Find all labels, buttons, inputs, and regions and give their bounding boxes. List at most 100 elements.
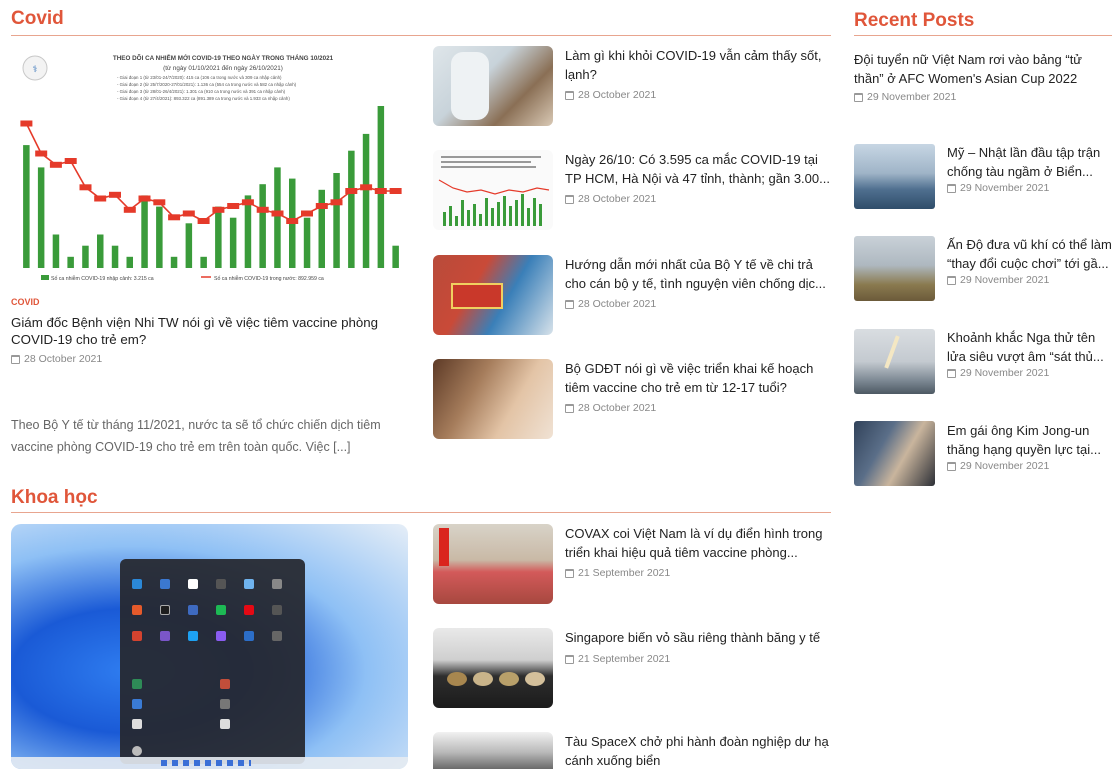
post-thumbnail-covid-4[interactable] [433, 359, 553, 439]
chart-bar [392, 245, 399, 268]
recent-post-title-2[interactable]: Mỹ – Nhật lần đầu tập trận chống tàu ngầ… [947, 143, 1114, 181]
chart-bar [185, 223, 193, 268]
post-date-covid-4: 28 October 2021 [565, 402, 656, 414]
post-title-covid-4[interactable]: Bộ GDĐT nói gì về việc triển khai kế hoạ… [565, 359, 830, 397]
chart-bar [229, 217, 237, 268]
calendar-icon [854, 92, 863, 102]
calendar-icon [565, 90, 574, 100]
post-thumbnail-khoahoc-1[interactable] [433, 524, 553, 604]
feature-excerpt: Theo Bộ Y tế từ tháng 11/2021, nước ta s… [11, 418, 381, 454]
thumbnail-mini-chart [438, 156, 550, 226]
recent-post-thumbnail-3[interactable] [854, 236, 935, 301]
flag-illustration [439, 528, 449, 566]
chart-bar [377, 106, 385, 268]
chart-line-point [109, 191, 121, 198]
chart-bar [259, 184, 266, 268]
calendar-icon [565, 654, 574, 664]
recent-post-title-5[interactable]: Em gái ông Kim Jong-un thăng hạng quyền … [947, 421, 1114, 459]
chart-line-point [241, 199, 254, 206]
chart-line-point [123, 206, 136, 213]
section-title-khoahoc[interactable]: Khoa học [11, 487, 98, 509]
covid-chart-image[interactable]: ⚕ THEO DÕI CA NHIỄM MỚI COVID-19 THEO NG… [11, 46, 408, 286]
post-date-covid-1: 28 October 2021 [565, 89, 656, 101]
post-title-khoahoc-1[interactable]: COVAX coi Việt Nam là ví dụ điển hình tr… [565, 524, 830, 562]
chart-line-point [374, 188, 387, 194]
chart-line-point [301, 210, 313, 217]
chart-bar [303, 217, 311, 268]
post-date-covid-2: 28 October 2021 [565, 193, 656, 205]
section-divider [854, 35, 1112, 36]
calendar-icon [947, 368, 956, 378]
post-thumbnail-covid-2[interactable] [433, 150, 553, 230]
legend-label-domestic: Số ca nhiễm COVID-19 trong nước: 892.959… [214, 275, 324, 282]
post-title-khoahoc-2[interactable]: Singapore biến vỏ sầu riêng thành băng y… [565, 628, 830, 647]
chart-line-point [271, 210, 284, 217]
legend-swatch-bars [41, 275, 49, 280]
post-thumbnail-covid-3[interactable] [433, 255, 553, 335]
post-thumbnail-khoahoc-2[interactable] [433, 628, 553, 708]
post-date-covid-3: 28 October 2021 [565, 298, 656, 310]
chart-line-point [168, 214, 181, 221]
thumbnail-figure [451, 52, 489, 120]
recent-post-title-3[interactable]: Ấn Độ đưa vũ khí có thể làm “thay đổi cu… [947, 235, 1114, 273]
chart-line-point [256, 206, 269, 213]
feature-category[interactable]: COVID [11, 297, 40, 307]
calendar-icon [947, 461, 956, 471]
recent-post-title-1[interactable]: Đội tuyển nữ Việt Nam rơi vào bảng “tử t… [854, 50, 1112, 88]
chart-line-point [182, 210, 195, 217]
post-title-khoahoc-3[interactable]: Tàu SpaceX chở phi hành đoàn nghiệp dư h… [565, 732, 830, 769]
covid-cases-chart: ⚕ THEO DÕI CA NHIỄM MỚI COVID-19 THEO NG… [20, 53, 402, 282]
logo-caduceus-icon: ⚕ [33, 65, 38, 75]
post-title-covid-2[interactable]: Ngày 26/10: Có 3.595 ca mắc COVID-19 tại… [565, 150, 830, 188]
chart-bar [333, 173, 340, 268]
calendar-icon [947, 183, 956, 193]
recent-post-title-4[interactable]: Khoảnh khắc Nga thử tên lửa siêu vượt âm… [947, 328, 1114, 366]
post-thumbnail-khoahoc-3[interactable] [433, 732, 553, 769]
chart-line-point [79, 184, 92, 191]
post-date-khoahoc-2: 21 September 2021 [565, 653, 670, 665]
recent-post-thumbnail-5[interactable] [854, 421, 935, 486]
chart-line-point [330, 199, 343, 206]
post-thumbnail-covid-1[interactable] [433, 46, 553, 126]
post-title-covid-3[interactable]: Hướng dẫn mới nhất của Bộ Y tế về chi tr… [565, 255, 830, 293]
feature-thumbnail-windows[interactable] [11, 524, 408, 769]
chart-bar [37, 167, 45, 268]
chart-bar [215, 206, 222, 268]
chart-line-point [315, 203, 328, 209]
chart-bar [156, 206, 163, 268]
start-menu-illustration [120, 559, 305, 764]
chart-bar [274, 167, 281, 268]
chart-line-point [153, 199, 166, 206]
feature-post-date: 28 October 2021 [11, 353, 102, 365]
feature-post-title[interactable]: Giám đốc Bệnh viện Nhi TW nói gì về việc… [11, 314, 411, 348]
recent-post-thumbnail-4[interactable] [854, 329, 935, 394]
chart-bar [348, 150, 355, 268]
chart-note-3: - Giai đoạn 3 (từ 28/01-26/4/2021): 1.30… [117, 89, 286, 94]
section-title-covid[interactable]: Covid [11, 8, 64, 30]
chart-note-2: - Giai đoạn 2 (từ 25/7/2020-27/01/2021):… [117, 82, 297, 87]
calendar-icon [565, 299, 574, 309]
recent-post-date-2: 29 November 2021 [947, 182, 1049, 194]
chart-bar [362, 133, 370, 268]
chart-bar [318, 189, 325, 268]
calendar-icon [565, 194, 574, 204]
chart-bar [67, 256, 74, 268]
chart-bar [97, 234, 104, 268]
chart-title: THEO DÕI CA NHIỄM MỚI COVID-19 THEO NGÀY… [113, 53, 334, 62]
chart-line-point [212, 206, 225, 213]
chart-line-point [64, 158, 77, 164]
chart-bar [126, 256, 133, 268]
chart-line-point [35, 150, 48, 157]
recent-posts-heading: Recent Posts [854, 10, 975, 31]
calendar-icon [565, 403, 574, 413]
chart-line-point [20, 120, 33, 127]
post-title-covid-1[interactable]: Làm gì khi khỏi COVID-19 vẫn cảm thấy số… [565, 46, 830, 84]
recent-post-thumbnail-2[interactable] [854, 144, 935, 209]
quarantine-sign [451, 283, 503, 309]
chart-bar [244, 195, 252, 268]
chart-note-4: - Giai đoạn 4 (từ 27/4/2021): 893.322 ca… [117, 96, 290, 101]
taskbar-illustration [11, 757, 408, 769]
chart-line-point [197, 218, 210, 224]
recent-post-date-1: 29 November 2021 [854, 91, 956, 103]
chart-line-point [345, 188, 358, 194]
